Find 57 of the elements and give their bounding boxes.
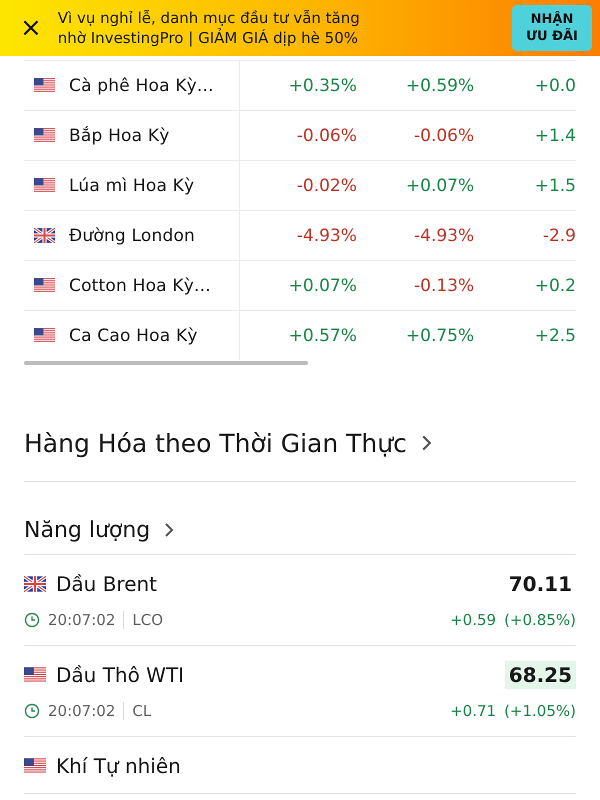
table-cell-text: +0.2 xyxy=(534,276,576,296)
table-cell-text: -0.02% xyxy=(296,176,357,196)
us-flag-icon xyxy=(34,178,55,193)
table-cell-text: -4.93% xyxy=(296,226,357,246)
symbol-text: CL xyxy=(132,702,152,720)
commodity-name[interactable]: Cà phê Hoa Kỳ... xyxy=(69,76,214,96)
table-cell-text: +0.07% xyxy=(404,176,474,196)
price: 70.11 xyxy=(508,571,573,598)
table-cell-text: +0.35% xyxy=(288,76,357,96)
uk-flag-icon xyxy=(24,576,46,592)
table-cell-text: -0.13% xyxy=(413,276,474,296)
subsection-title[interactable]: Năng lượng xyxy=(24,518,150,542)
offer-button[interactable]: NHẬN ƯU ĐÃI xyxy=(512,5,592,51)
us-flag-icon xyxy=(34,128,55,143)
table-cell-text: +1.5 xyxy=(534,176,576,196)
clock-icon xyxy=(24,703,40,719)
commodity-name[interactable]: Đường London xyxy=(69,226,196,246)
time-text: 20:07:02 xyxy=(48,611,116,629)
chevron-icon[interactable] xyxy=(164,522,174,538)
us-flag-icon xyxy=(24,667,46,683)
clock-icon xyxy=(24,612,40,628)
uk-flag-icon xyxy=(34,228,55,243)
promo-text: nhờ InvestingPro | GIẢM GIÁ dịp hè 50% xyxy=(58,28,359,48)
section-title[interactable]: Hàng Hóa theo Thời Gian Thực xyxy=(24,428,407,458)
commodity-name[interactable]: Ca Cao Hoa Kỳ xyxy=(69,326,198,346)
symbol-text: LCO xyxy=(132,611,164,629)
table-cell-text: -0.06% xyxy=(296,126,357,146)
table-cell-text: +0.0 xyxy=(534,76,576,96)
table-cell-text: -2.9 xyxy=(542,226,576,246)
change-percent: (+0.85%) xyxy=(504,611,576,629)
commodity-name[interactable]: Dầu Thô WTI xyxy=(56,663,495,687)
commodity-name[interactable]: Cotton Hoa Kỳ... xyxy=(69,276,211,296)
table-cell-text: +0.75% xyxy=(404,326,474,346)
commodity-name[interactable]: Bắp Hoa Kỳ xyxy=(69,126,170,146)
price: 68.25 xyxy=(504,661,576,689)
close-button[interactable]: × xyxy=(20,13,58,43)
promo-text: Vì vụ nghỉ lễ, danh mục đầu tư vẫn tăng xyxy=(58,8,361,28)
us-flag-icon xyxy=(34,328,55,343)
table-cell-text: +0.59% xyxy=(404,76,474,96)
scrollbar[interactable] xyxy=(24,361,308,365)
commodity-name[interactable]: Lúa mì Hoa Kỳ xyxy=(69,176,194,196)
us-flag-icon xyxy=(24,758,46,774)
us-flag-icon xyxy=(34,278,55,293)
commodity-name[interactable]: Dầu Brent xyxy=(56,572,495,596)
change-value: +0.71 xyxy=(450,702,496,720)
change-value: +0.59 xyxy=(450,611,496,629)
table-cell-text: -0.06% xyxy=(413,126,474,146)
change-percent: (+1.05%) xyxy=(504,702,576,720)
commodity-name[interactable]: Khí Tự nhiên xyxy=(56,754,576,778)
table-cell-text: +1.4 xyxy=(534,126,576,146)
table-cell-text: +2.5 xyxy=(534,326,576,346)
table-cell-text: +0.57% xyxy=(288,326,357,346)
us-flag-icon xyxy=(34,78,55,93)
time-text: 20:07:02 xyxy=(48,702,116,720)
chevron-icon[interactable] xyxy=(420,434,432,452)
table-cell-text: +0.07% xyxy=(288,276,357,296)
table-cell-text: -4.93% xyxy=(413,226,474,246)
